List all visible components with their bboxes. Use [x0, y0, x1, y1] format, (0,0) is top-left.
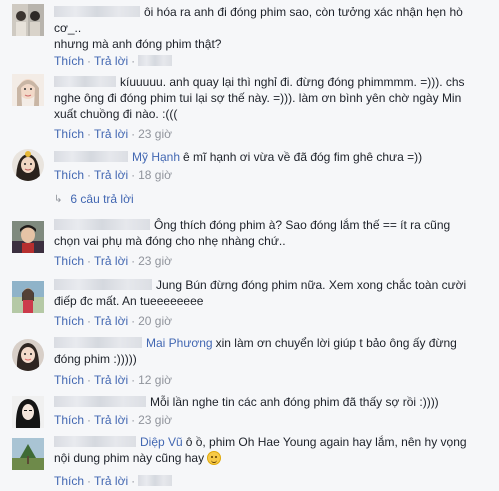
comment-time[interactable]: 12 giờ: [138, 373, 172, 387]
comment-time[interactable]: 20 giờ: [138, 314, 172, 328]
blurred-username[interactable]: [54, 151, 128, 162]
blurred-username[interactable]: [54, 436, 136, 447]
blurred-username[interactable]: [54, 219, 150, 230]
avatar[interactable]: [12, 281, 44, 313]
smile-emoji-icon: [207, 451, 222, 465]
comment-time[interactable]: 23 giờ: [138, 127, 172, 141]
blurred-username[interactable]: [54, 76, 116, 87]
blurred-timestamp: [138, 55, 173, 66]
like-button[interactable]: Thích: [54, 254, 84, 268]
blurred-username[interactable]: [54, 337, 142, 348]
reply-button[interactable]: Trả lời: [94, 54, 128, 68]
like-button[interactable]: Thích: [54, 314, 84, 328]
replies-count: 6 câu trả lời: [70, 192, 134, 206]
reply-button[interactable]: Trả lời: [94, 127, 128, 141]
comment-text: Mỗi lần nghe tin các anh đóng phim đã th…: [150, 395, 439, 409]
avatar[interactable]: [12, 221, 44, 253]
comment-text: ê mĩ hạnh ơi vừa về đã đóg fim ghê chưa …: [183, 150, 423, 164]
blurred-timestamp: [138, 475, 173, 486]
avatar[interactable]: [12, 396, 44, 428]
blurred-username[interactable]: [54, 6, 140, 17]
reply-button[interactable]: Trả lời: [94, 314, 128, 328]
avatar[interactable]: [12, 4, 44, 36]
comment-text: nhưng mà anh đóng phim thật?: [54, 37, 222, 51]
comment-time[interactable]: 23 giờ: [138, 413, 172, 427]
blurred-username[interactable]: [54, 279, 152, 290]
commenter-name[interactable]: Mai Phương: [146, 336, 213, 350]
commenter-name[interactable]: Mỹ Hạnh: [132, 150, 180, 164]
reply-button[interactable]: Trả lời: [94, 474, 128, 488]
reply-button[interactable]: Trả lời: [94, 168, 128, 182]
commenter-name[interactable]: Diệp Vũ: [140, 435, 183, 449]
avatar[interactable]: [12, 74, 44, 106]
avatar[interactable]: [12, 438, 44, 470]
avatar[interactable]: [12, 149, 44, 181]
like-button[interactable]: Thích: [54, 168, 84, 182]
reply-arrow-icon: ↳: [54, 194, 63, 205]
like-button[interactable]: Thích: [54, 127, 84, 141]
reply-button[interactable]: Trả lời: [94, 373, 128, 387]
view-replies-link[interactable]: ↳ 6 câu trả lời: [54, 192, 134, 208]
like-button[interactable]: Thích: [54, 413, 84, 427]
like-button[interactable]: Thích: [54, 474, 84, 488]
comment-time[interactable]: 23 giờ: [138, 254, 172, 268]
reply-button[interactable]: Trả lời: [94, 254, 128, 268]
reply-button[interactable]: Trả lời: [94, 413, 128, 427]
blurred-username[interactable]: [54, 396, 146, 407]
like-button[interactable]: Thích: [54, 373, 84, 387]
avatar[interactable]: [12, 339, 44, 371]
like-button[interactable]: Thích: [54, 54, 84, 68]
comment-time[interactable]: 18 giờ: [138, 168, 172, 182]
